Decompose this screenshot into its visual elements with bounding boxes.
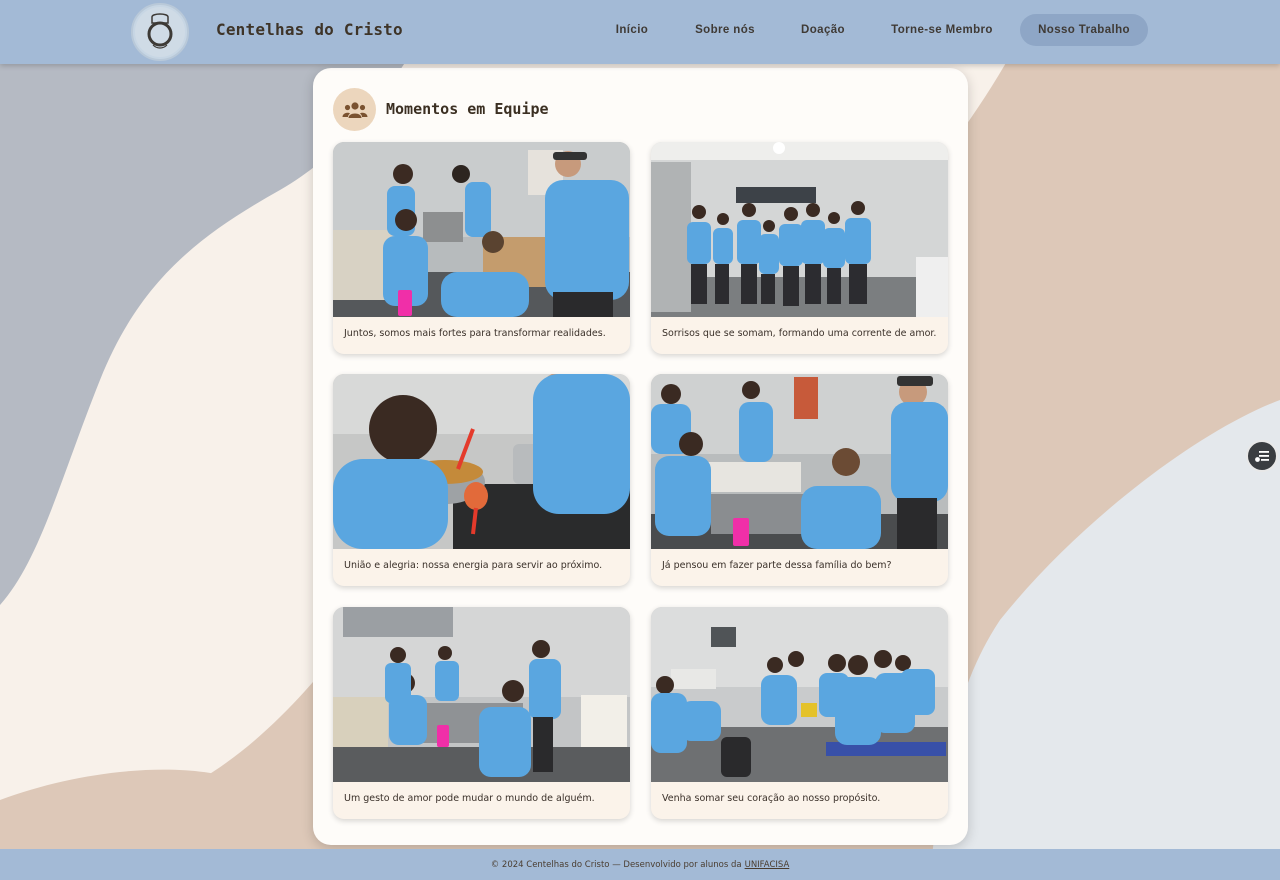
gallery-photo [651,374,948,549]
gallery-caption: Venha somar seu coração ao nosso propósi… [662,793,881,804]
gallery-card[interactable]: Venha somar seu coração ao nosso propósi… [651,607,948,819]
gallery-card[interactable]: Já pensou em fazer parte dessa família d… [651,374,948,586]
nav-torne-se-membro[interactable]: Torne-se Membro [880,14,1004,46]
gallery-card[interactable]: União e alegria: nossa energia para serv… [333,374,630,586]
gallery-caption: Juntos, somos mais fortes para transform… [344,328,606,339]
gallery-card[interactable]: Juntos, somos mais fortes para transform… [333,142,630,354]
gallery-photo [651,607,948,782]
footer-link[interactable]: UNIFACISA [745,860,790,870]
site-header: Centelhas do Cristo Início Sobre nós Doa… [0,0,1280,64]
gallery-card[interactable]: Um gesto de amor pode mudar o mundo de a… [333,607,630,819]
team-moments-card: Momentos em Equipe Juntos, somos mais fo… [313,68,968,845]
users-icon [333,88,376,131]
section-title: Momentos em Equipe [386,100,549,118]
gallery-photo [333,607,630,782]
gallery-caption: Já pensou em fazer parte dessa família d… [662,560,892,571]
gallery-photo [333,374,630,549]
list-settings-icon [1255,451,1269,462]
gallery-photo [651,142,948,317]
floating-menu-button[interactable] [1246,440,1278,472]
gallery-caption: União e alegria: nossa energia para serv… [344,560,603,571]
gallery-caption: Um gesto de amor pode mudar o mundo de a… [344,793,595,804]
gallery-card[interactable]: Sorrisos que se somam, formando uma corr… [651,142,948,354]
site-footer: © 2024 Centelhas do Cristo — Desenvolvid… [0,849,1280,880]
footer-text: © 2024 Centelhas do Cristo — Desenvolvid… [490,859,742,870]
brand-name[interactable]: Centelhas do Cristo [216,20,403,39]
gallery-photo [333,142,630,317]
nav-sobre-nos[interactable]: Sobre nós [686,14,764,46]
nav-inicio[interactable]: Início [603,14,661,46]
site-logo[interactable] [131,3,189,61]
nav-nosso-trabalho[interactable]: Nosso Trabalho [1020,14,1148,46]
logo-emblem-icon [135,7,185,57]
gallery-caption: Sorrisos que se somam, formando uma corr… [662,328,937,339]
nav-doacao[interactable]: Doação [790,14,856,46]
